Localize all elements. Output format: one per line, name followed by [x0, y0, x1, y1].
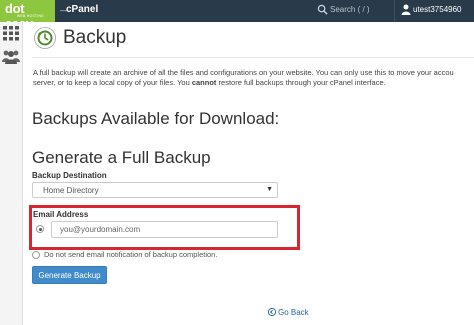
go-back-link[interactable]: Go Back: [268, 308, 309, 317]
no-email-radio[interactable]: [32, 251, 40, 259]
search-input[interactable]: [330, 3, 390, 16]
title-divider: [32, 57, 474, 58]
search-icon[interactable]: [317, 4, 328, 15]
topbar-divider: [394, 0, 395, 22]
downloads-heading: Backups Available for Download:: [32, 109, 280, 128]
description-line-1: A full backup will create an archive of …: [33, 68, 454, 77]
go-back-icon: [268, 308, 276, 316]
grid-icon[interactable]: [3, 26, 19, 41]
description-line-2: server, or to keep a local copy of your …: [33, 78, 192, 87]
users-icon[interactable]: [2, 49, 20, 64]
logo[interactable]: dot easy WEB HOSTING: [0, 0, 55, 31]
generate-backup-button[interactable]: Generate Backup: [32, 266, 107, 284]
logo-tagline: WEB HOSTING: [17, 14, 45, 18]
no-email-label: Do not send email notification of backup…: [44, 250, 218, 259]
description-line-2-end: restore full backups through your cPanel…: [216, 78, 386, 87]
destination-select[interactable]: Home Directory ▼: [32, 182, 278, 198]
user-icon: [401, 4, 411, 15]
brand-name: cPanel: [66, 4, 99, 15]
username-menu[interactable]: utest3754960: [413, 5, 462, 14]
destination-label: Backup Destination: [32, 171, 107, 180]
destination-select-value: Home Directory: [43, 186, 99, 195]
chevron-down-icon: ▼: [266, 186, 273, 193]
generate-heading: Generate a Full Backup: [32, 148, 211, 167]
backup-icon: [34, 27, 56, 49]
sidebar: [0, 22, 23, 325]
top-bar: dot easy WEB HOSTING — cPanel utest37549…: [0, 0, 474, 31]
page-description: A full backup will create an archive of …: [33, 68, 474, 88]
description-emphasis: cannot: [191, 78, 217, 87]
highlight-annotation: [29, 205, 300, 250]
go-back-label: Go Back: [278, 308, 309, 317]
main-content: Backup A full backup will create an arch…: [23, 22, 474, 325]
page-title: Backup: [63, 27, 127, 48]
